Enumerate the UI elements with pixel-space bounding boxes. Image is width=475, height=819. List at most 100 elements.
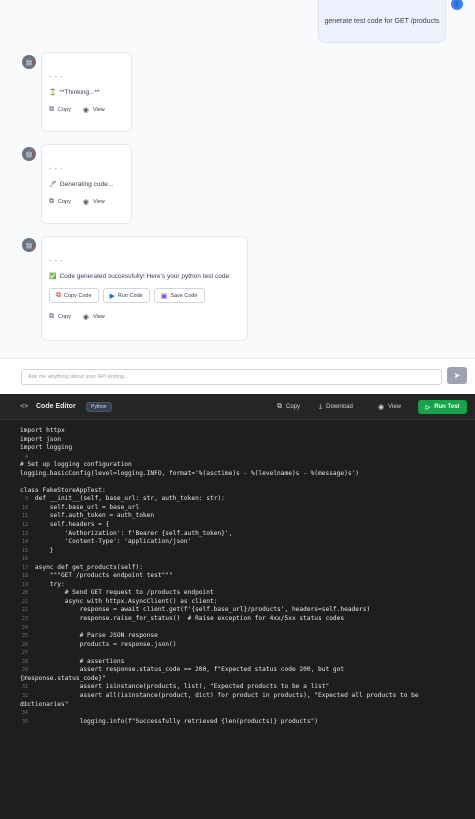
code-line: 27 [0, 649, 475, 658]
code-line: 30 {response.status_code}" [0, 675, 475, 684]
code-line: 25 # Parse JSON response [0, 632, 475, 641]
code-area[interactable]: import httpx import json import logging 4 # … [0, 427, 475, 726]
copy-code-button[interactable]: ⧉ Copy Code [49, 288, 99, 303]
bot-message-bubble: • • • ⌛ **Thinking...** ⧉ Copy ◉ View [41, 52, 132, 132]
code-line: 20 # Send GET request to /products endpo… [0, 589, 475, 598]
line-text: """GET /products endpoint test""" [20, 572, 173, 580]
eye-icon: ◉ [82, 199, 89, 206]
bot-message-bubble: • • • 🖊 Generating code... ⧉ Copy ◉ View [41, 144, 132, 224]
play-icon: ▶ [109, 292, 115, 300]
typing-dots: • • • [49, 167, 64, 173]
send-button[interactable]: ➤ [447, 367, 467, 384]
line-number: 16 [21, 556, 28, 563]
code-line: logging.basicConfig(level=logging.INFO, … [0, 470, 475, 479]
code-line: 35 logging.info(f"Successfully retrieved… [0, 718, 475, 727]
line-text: self.base_url = base_url [20, 503, 140, 511]
code-icon: <> [20, 402, 29, 410]
copy-icon: ⧉ [49, 313, 54, 320]
download-button[interactable]: ⤓ Download [319, 403, 353, 411]
message-status: ✅ Code generated successfully! Here's you… [49, 273, 231, 280]
code-line: 29 assert response.status_code == 200, f… [0, 666, 475, 675]
line-text: 'Authorization': f'Bearer {self.auth_tok… [20, 529, 233, 537]
code-action-buttons: ⧉ Copy Code ▶ Run Code ▣ Save Code [49, 288, 205, 303]
code-line: 26 products = response.json() [0, 641, 475, 650]
message-actions: ⧉ Copy ◉ View [49, 313, 105, 321]
code-line: 4 [0, 453, 475, 462]
save-icon: ▣ [160, 292, 168, 300]
pen-icon: 🖊 [49, 182, 57, 188]
line-number: 24 [21, 624, 28, 631]
eye-icon: ◉ [378, 404, 385, 411]
line-number: 34 [21, 710, 28, 717]
code-line: 12 self.headers = { [0, 521, 475, 530]
copy-icon: ⧉ [49, 106, 54, 113]
eye-icon: ◉ [82, 107, 89, 114]
message-status: 🖊 Generating code... [49, 181, 114, 188]
copy-button[interactable]: ⧉ Copy [49, 198, 71, 206]
eye-icon: ◉ [82, 314, 89, 321]
chat-input[interactable]: Ask me anything about your API testing..… [21, 369, 442, 385]
code-line: 11 self.auth_token = auth_token [0, 512, 475, 521]
line-number: 4 [24, 453, 28, 460]
code-line: 28 # assertions [0, 658, 475, 667]
view-button[interactable]: ◉ View [83, 198, 105, 206]
view-button[interactable]: ◉ View [83, 106, 105, 114]
line-number: 27 [21, 650, 28, 657]
code-line: 18 """GET /products endpoint test""" [0, 572, 475, 581]
line-text: dictionaries" [20, 700, 69, 708]
code-line: class FakeStoreAppTest: [0, 487, 475, 496]
save-code-button[interactable]: ▣ Save Code [153, 288, 205, 303]
typing-dots: • • • [49, 259, 64, 265]
line-text: async with httpx.AsyncClient() as client… [20, 597, 218, 605]
line-text: assert response.status_code == 200, f"Ex… [20, 666, 345, 674]
code-line: 24 [0, 624, 475, 633]
user-message: generate test code for GET /products [318, 0, 446, 43]
line-text: self.headers = { [20, 521, 110, 529]
code-line: 14 'Content-Type': 'application/json' [0, 538, 475, 547]
copy-icon: ⧉ [277, 403, 282, 410]
user-avatar: 👤 [451, 0, 463, 10]
code-line: import httpx [0, 427, 475, 436]
bot-avatar: 🤖 [22, 147, 36, 161]
code-line: 17 async def get_products(self): [0, 564, 475, 573]
play-icon: ▷ [425, 404, 431, 411]
typing-dots: • • • [49, 75, 64, 81]
message-status: ⌛ **Thinking...** [49, 89, 100, 96]
line-text: try: [20, 580, 65, 588]
code-line: 21 async with httpx.AsyncClient() as cli… [0, 598, 475, 607]
hourglass-icon: ⌛ [49, 90, 57, 96]
bot-avatar: 🤖 [22, 238, 36, 252]
editor-copy-button[interactable]: ⧉ Copy [277, 403, 300, 411]
code-line: 32 assert all(isinstance(product, dict) … [0, 692, 475, 701]
run-test-button[interactable]: ▷ Run Test [418, 400, 467, 414]
code-line: import logging [0, 444, 475, 453]
line-text: import json [20, 435, 61, 443]
view-button[interactable]: ◉ View [83, 313, 105, 321]
line-text: assert all(isinstance(product, dict) for… [20, 691, 419, 699]
message-actions: ⧉ Copy ◉ View [49, 106, 105, 114]
line-text: import logging [20, 444, 73, 452]
code-line: 19 try: [0, 581, 475, 590]
download-icon: ⤓ [319, 403, 323, 410]
language-badge: Python [86, 402, 112, 412]
copy-button[interactable]: ⧉ Copy [49, 313, 71, 321]
line-text: 'Content-Type': 'application/json' [20, 538, 192, 546]
editor-view-button[interactable]: ◉ View [378, 403, 401, 411]
line-text: def __init__(self, base_url: str, auth_t… [20, 495, 225, 503]
copy-button[interactable]: ⧉ Copy [49, 106, 71, 114]
code-editor: <> Code Editor Python ⧉ Copy ⤓ Download ◉ V… [0, 394, 475, 819]
code-line: 16 [0, 555, 475, 564]
line-text: logging.info(f"Successfully retrieved {l… [20, 717, 319, 725]
bot-avatar: 🤖 [22, 55, 36, 69]
line-text: # Send GET request to /products endpoint [20, 589, 214, 597]
code-line: 23 response.raise_for_status() # Raise e… [0, 615, 475, 624]
chat-input-bar: Ask me anything about your API testing..… [0, 358, 475, 394]
line-text: class FakeStoreAppTest: [20, 486, 106, 494]
line-text: } [20, 546, 54, 554]
editor-header: <> Code Editor Python ⧉ Copy ⤓ Download ◉ V… [0, 394, 475, 420]
copy-icon: ⧉ [56, 291, 61, 299]
line-text: response.raise_for_status() # Raise exce… [20, 615, 345, 623]
run-code-button[interactable]: ▶ Run Code [102, 288, 150, 303]
code-line: 34 [0, 709, 475, 718]
